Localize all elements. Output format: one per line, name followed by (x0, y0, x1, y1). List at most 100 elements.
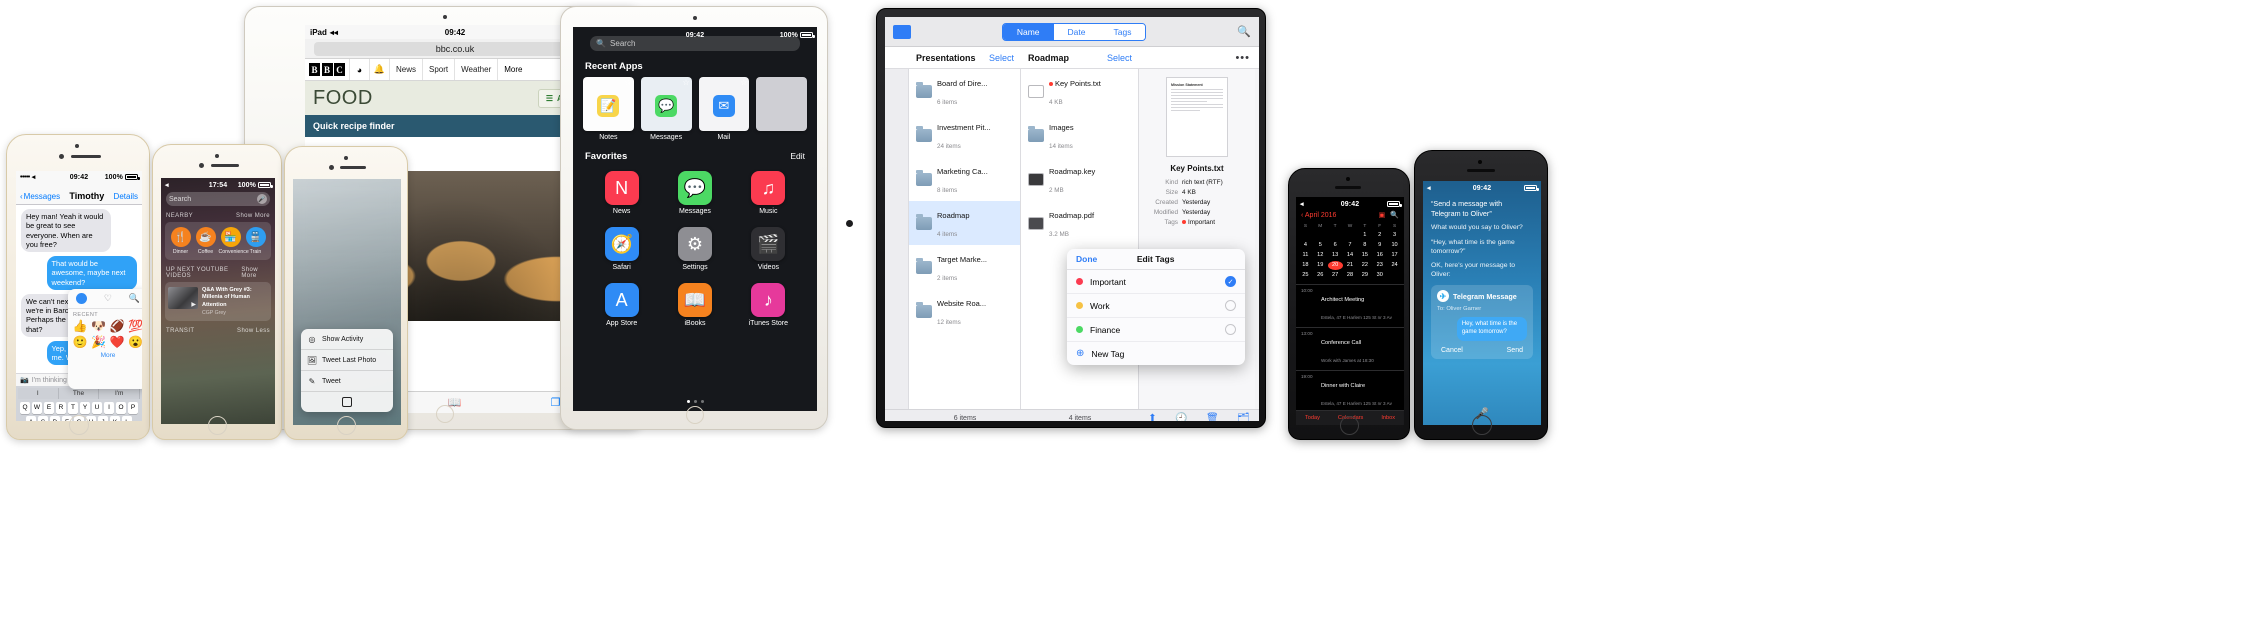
key[interactable]: D (50, 416, 60, 421)
favorite-app[interactable]: 📖 iBooks (660, 283, 729, 327)
star-icon[interactable]: ☆ (625, 78, 632, 87)
calendar-day-grid[interactable]: 1 2 3 4 5 6 7 8 9 10 11 12 13 14 15 16 17 18 19 20 21 22 23 24 2… (1296, 230, 1404, 280)
move-icon[interactable]: 🗂 (1237, 413, 1250, 421)
sidebar-toggle-icon[interactable] (893, 24, 911, 39)
calendar-day-18[interactable]: 18 (1298, 261, 1313, 270)
calendar-day-22[interactable]: 22 (1357, 261, 1372, 270)
table-row[interactable]: Images 14 items (1021, 113, 1138, 157)
emoji-cell[interactable]: ❤️ (109, 335, 126, 349)
emoji-cell[interactable]: 🎉 (91, 335, 108, 349)
favorite-app[interactable]: 🎬 Videos (734, 227, 803, 271)
emoji-cell[interactable]: 🐶 (91, 319, 108, 333)
table-row[interactable]: Board of Dire... 6 items (909, 69, 1020, 113)
calendar-day-9[interactable]: 9 (1372, 240, 1387, 249)
calendar-day-29[interactable]: 29 (1357, 271, 1372, 280)
table-row[interactable]: Target Marke... 2 items (909, 245, 1020, 289)
search-icon[interactable]: 🔍 (1390, 211, 1399, 219)
key[interactable]: S (38, 416, 48, 421)
tag-row-work[interactable]: Work (1067, 294, 1245, 318)
favorite-app[interactable]: A App Store (587, 283, 656, 327)
nearby-item[interactable]: ☕ Coffee (194, 227, 218, 255)
today-search-input[interactable]: Search 🎤 (166, 192, 270, 206)
calendar-day-2[interactable]: 2 (1372, 230, 1387, 239)
recent-app-card[interactable]: ☆ 📝 Notes (583, 77, 634, 141)
emoji-cell[interactable]: 🏈 (109, 319, 126, 333)
new-tag-row[interactable]: ⊕ New Tag (1067, 342, 1245, 365)
calendar-day-17[interactable]: 17 (1387, 250, 1402, 259)
key[interactable]: O (116, 401, 126, 414)
calendar-day-14[interactable]: 14 (1343, 250, 1358, 259)
nearby-item[interactable]: 🍴 Dinner (169, 227, 193, 255)
calendar-day-24[interactable]: 24 (1387, 261, 1402, 270)
delete-icon[interactable]: 🗑 (1206, 413, 1219, 421)
share-icon[interactable]: ⬆ (1148, 413, 1156, 421)
details-button[interactable]: Details (114, 192, 138, 201)
key[interactable]: R (56, 401, 66, 414)
emoji-cell[interactable]: 🙂 (72, 335, 89, 349)
today-icon[interactable]: ▣ (1379, 211, 1386, 219)
calendar-day-30[interactable]: 30 (1372, 271, 1387, 280)
recent-app-card[interactable] (756, 77, 807, 141)
files-sidebar[interactable] (885, 69, 909, 409)
back-button[interactable]: ‹ Messages (20, 192, 60, 201)
tabs-icon[interactable]: ❐ (551, 396, 561, 409)
home-button[interactable] (436, 405, 454, 423)
home-button[interactable] (69, 415, 89, 435)
key[interactable]: J (98, 416, 108, 421)
key[interactable]: P (128, 401, 138, 414)
sort-by-name-tab[interactable]: Name (1002, 23, 1054, 40)
calendar-day-20[interactable]: 20 (1327, 260, 1343, 270)
sort-by-date-tab[interactable]: Date (1053, 23, 1100, 40)
calendar-event[interactable]: 10:00 Architect Meeting Estela, 47 E Harl… (1296, 283, 1404, 327)
key[interactable]: T (68, 401, 78, 414)
favorite-app[interactable]: ⚙ Settings (660, 227, 729, 271)
calendar-day-10[interactable]: 10 (1387, 240, 1402, 249)
prediction-2[interactable]: The (59, 388, 100, 399)
search-icon[interactable]: 🔍 (1237, 25, 1251, 38)
youtube-widget[interactable]: Q&A With Grey #3: Millenia of Human Atte… (165, 282, 271, 321)
quick-action-tweet[interactable]: ✎ Tweet (301, 371, 393, 392)
sort-segmented-control[interactable]: Name Date Tags (1001, 22, 1147, 41)
table-row[interactable]: Investment Pit... 24 items (909, 113, 1020, 157)
calendar-day-7[interactable]: 7 (1343, 240, 1358, 249)
roadmap-select-button[interactable]: Select (1107, 53, 1132, 63)
recent-app-card[interactable]: ☆ ✉ Mail (698, 77, 750, 141)
emoji-cell[interactable]: 👍 (72, 319, 89, 333)
calendar-day-27[interactable]: 27 (1328, 271, 1343, 280)
tag-checkbox[interactable]: ✓ (1225, 276, 1236, 287)
emoji-cell[interactable]: 💯 (128, 319, 142, 333)
send-button[interactable]: Send (1507, 347, 1523, 354)
presentations-select-button[interactable]: Select (989, 53, 1014, 63)
youtube-show-more[interactable]: Show More (241, 267, 270, 279)
table-row[interactable]: Roadmap 4 items (909, 201, 1020, 245)
calendar-day-23[interactable]: 23 (1372, 261, 1387, 270)
calendar-day-15[interactable]: 15 (1357, 250, 1372, 259)
calendar-event[interactable]: 13:00 Conference Call Work with James at … (1296, 326, 1404, 370)
favorite-app[interactable]: ♫ Music (734, 171, 803, 215)
home-button[interactable] (686, 406, 704, 424)
calendar-day-28[interactable]: 28 (1343, 271, 1358, 280)
table-row[interactable]: Roadmap.key 2 MB (1021, 157, 1138, 201)
key[interactable]: K (110, 416, 120, 421)
star-icon[interactable]: ☆ (682, 78, 689, 87)
more-options-icon[interactable]: ••• (1235, 52, 1259, 64)
calendar-day-16[interactable]: 16 (1372, 250, 1387, 259)
table-row[interactable]: Key Points.txt 4 KB (1021, 69, 1138, 113)
tag-row-important[interactable]: Important ✓ (1067, 270, 1245, 294)
favorite-app[interactable]: N News (587, 171, 656, 215)
page-dot-2[interactable] (693, 400, 697, 403)
bell-icon[interactable]: 🔔 (369, 59, 389, 80)
nearby-item[interactable]: 🚆 Train (244, 227, 268, 255)
calendar-day-11[interactable]: 11 (1298, 250, 1313, 259)
key[interactable]: U (92, 401, 102, 414)
recent-clock-icon[interactable] (76, 293, 88, 304)
nearby-show-more[interactable]: Show More (236, 213, 270, 219)
chevron-left-icon[interactable]: ‹ April 2016 (1301, 212, 1336, 219)
favorite-app[interactable]: 💬 Messages (660, 171, 729, 215)
favorite-app[interactable]: 🧭 Safari (587, 227, 656, 271)
quick-action-share[interactable] (301, 392, 393, 412)
key[interactable]: I (104, 401, 114, 414)
key[interactable]: W (32, 401, 42, 414)
camera-icon[interactable]: 📷 (20, 376, 29, 384)
home-button[interactable] (337, 416, 356, 435)
